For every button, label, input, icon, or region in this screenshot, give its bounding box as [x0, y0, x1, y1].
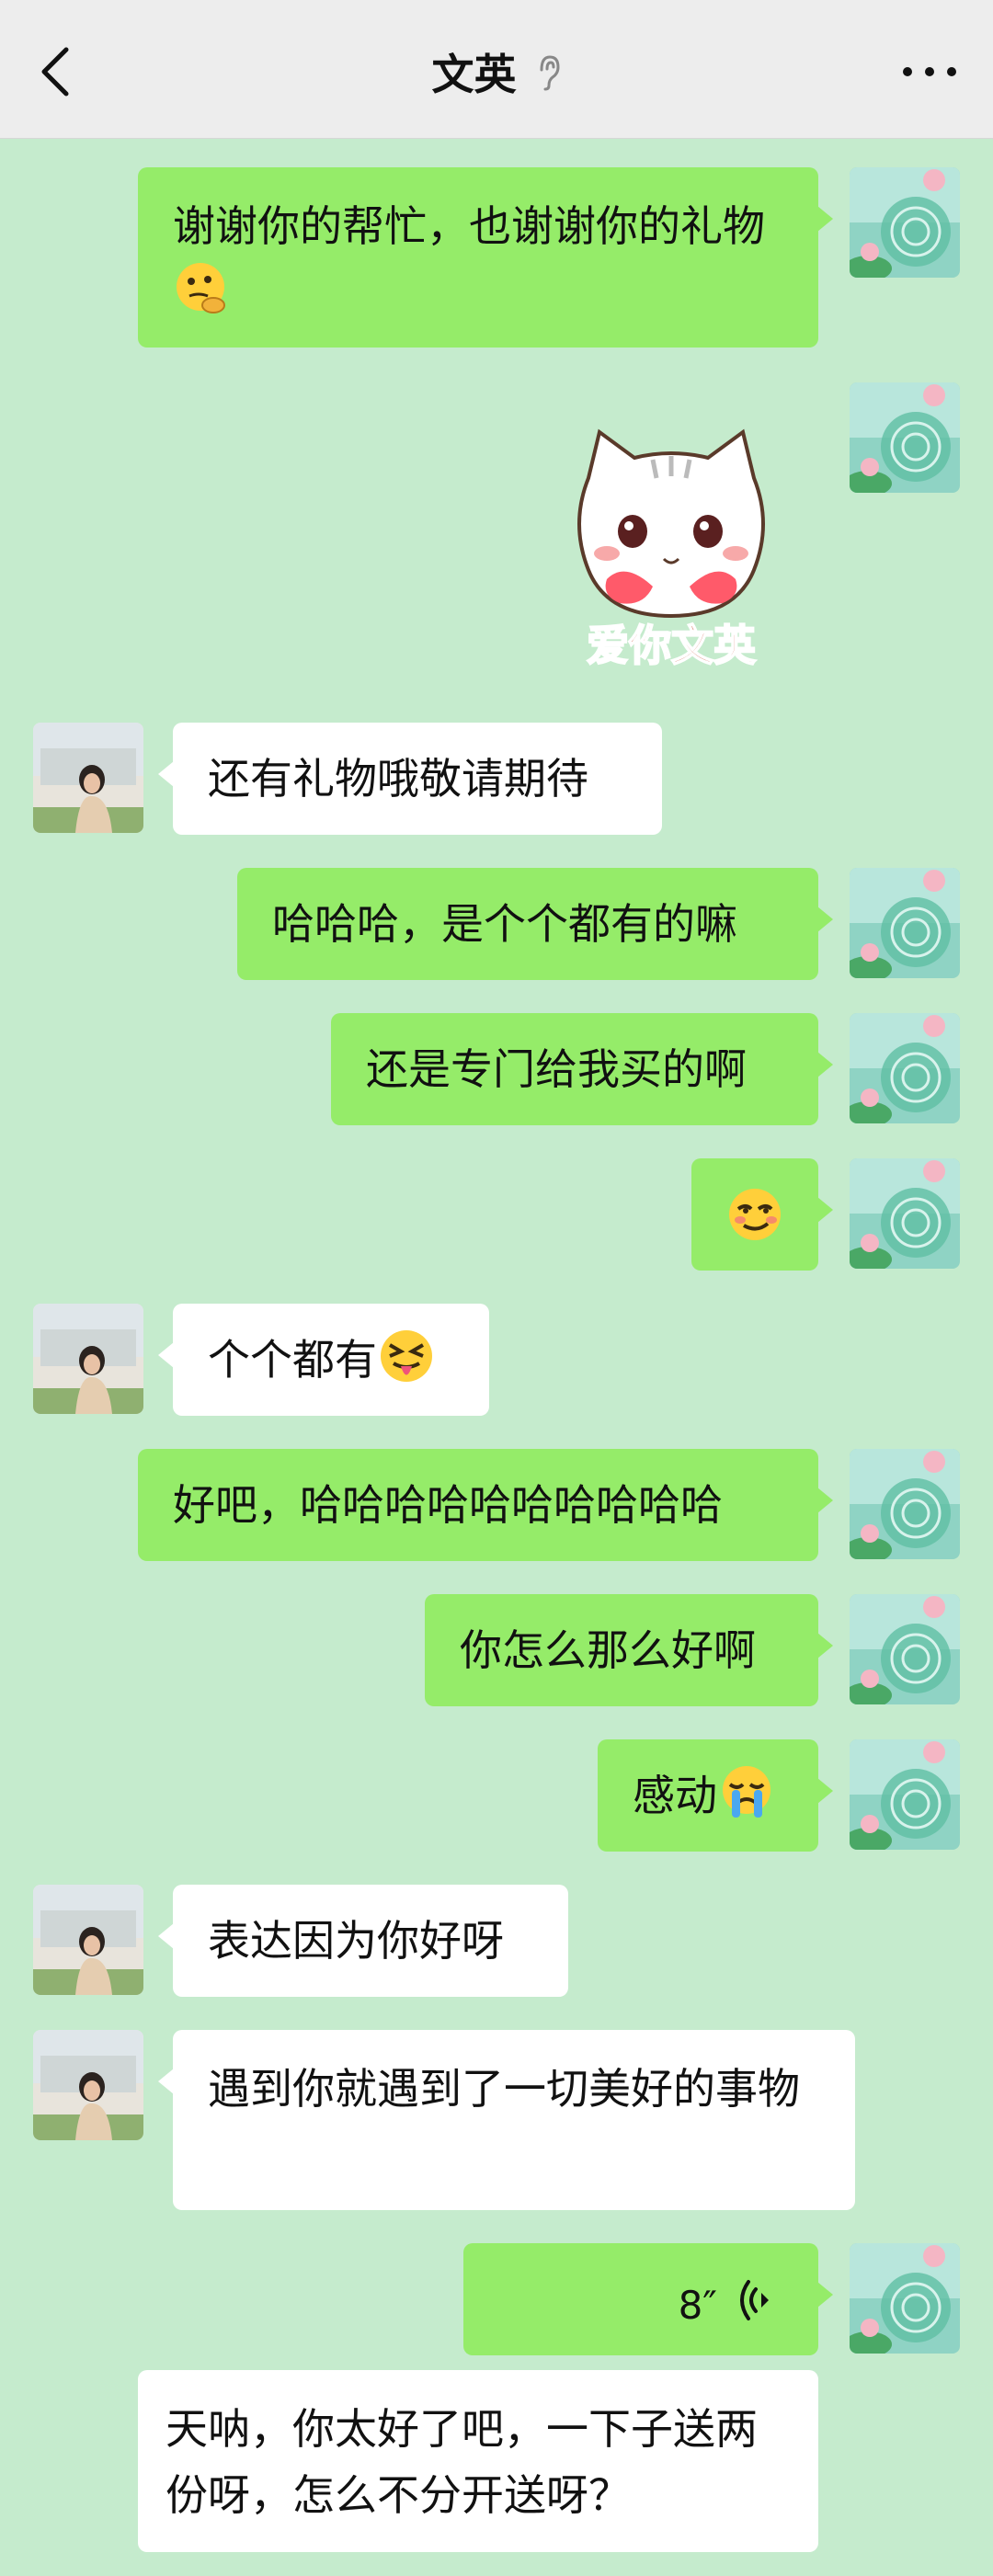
message-bubble-incoming[interactable]: 个个都有 [158, 1304, 489, 1416]
message-text: 感动 [633, 1771, 717, 1820]
message-text: 天呐，你太好了吧，一下子送两份呀，怎么不分开送呀？ [166, 2404, 758, 2520]
message-bubble-outgoing[interactable]: 还是专门给我买的啊 [331, 1013, 833, 1125]
chat-header: 文英 [0, 0, 993, 139]
friend-avatar[interactable] [33, 2030, 143, 2140]
message-bubble-outgoing[interactable]: 感动 [598, 1739, 833, 1852]
message-text: 表达因为你好呀 [208, 1916, 504, 1966]
message-bubble-incoming[interactable]: 遇到你就遇到了一切美好的事物 [158, 2030, 855, 2210]
more-options-icon[interactable] [899, 53, 960, 90]
message-text: 还是专门给我买的啊 [366, 1044, 747, 1094]
message-bubble-outgoing[interactable]: 你怎么那么好啊 [425, 1594, 833, 1706]
message-text: 哈哈哈，是个个都有的嘛 [272, 899, 737, 949]
message-bubble-outgoing[interactable]: 谢谢你的帮忙，也谢谢你的礼物 [138, 167, 833, 348]
message-bubble-incoming[interactable]: 天呐，你太好了吧，一下子送两份呀，怎么不分开送呀？ [138, 2370, 818, 2552]
my-avatar[interactable] [850, 2243, 960, 2354]
message-bubble-outgoing[interactable] [691, 1158, 833, 1271]
message-text: 还有礼物哦敬请期待 [208, 754, 588, 804]
tongue-out-emoji-icon [381, 1330, 432, 1382]
my-avatar[interactable] [850, 1739, 960, 1850]
message-bubble-incoming[interactable]: 还有礼物哦敬请期待 [158, 723, 662, 835]
cat-sticker[interactable]: 爱你文英 [552, 423, 791, 680]
my-avatar[interactable] [850, 868, 960, 978]
message-text: 谢谢你的帮忙，也谢谢你的礼物 [173, 201, 765, 251]
cat-sticker-icon: 爱你文英 [577, 428, 765, 671]
my-avatar[interactable] [850, 1449, 960, 1559]
thinking-emoji-icon [177, 263, 225, 313]
message-bubble-outgoing[interactable]: 好吧，哈哈哈哈哈哈哈哈哈哈 [138, 1449, 833, 1561]
my-avatar[interactable] [850, 1594, 960, 1704]
message-text: 个个都有 [208, 1335, 377, 1385]
smirk-emoji-icon [729, 1189, 781, 1240]
earpiece-mode-icon [540, 55, 560, 91]
message-text: 你怎么那么好啊 [460, 1625, 756, 1675]
chat-title: 文英 [431, 50, 517, 99]
sticker-caption: 爱你文英 [587, 621, 757, 670]
my-avatar[interactable] [850, 382, 960, 493]
my-avatar[interactable] [850, 1013, 960, 1123]
my-avatar[interactable] [850, 1158, 960, 1269]
message-bubble-outgoing[interactable]: 哈哈哈，是个个都有的嘛 [237, 868, 833, 980]
crying-emoji-icon [723, 1766, 770, 1818]
voice-message-bubble[interactable]: 8″ [463, 2243, 833, 2355]
voice-wave-icon [740, 2280, 769, 2320]
message-bubble-incoming[interactable]: 表达因为你好呀 [158, 1885, 568, 1997]
friend-avatar[interactable] [33, 1304, 143, 1414]
friend-avatar[interactable] [33, 1885, 143, 1995]
friend-avatar[interactable] [33, 723, 143, 833]
my-avatar[interactable] [850, 167, 960, 278]
message-text: 遇到你就遇到了一切美好的事物 [208, 2064, 800, 2114]
voice-duration: 8″ [678, 2283, 717, 2328]
message-text: 好吧，哈哈哈哈哈哈哈哈哈哈 [173, 1480, 723, 1530]
